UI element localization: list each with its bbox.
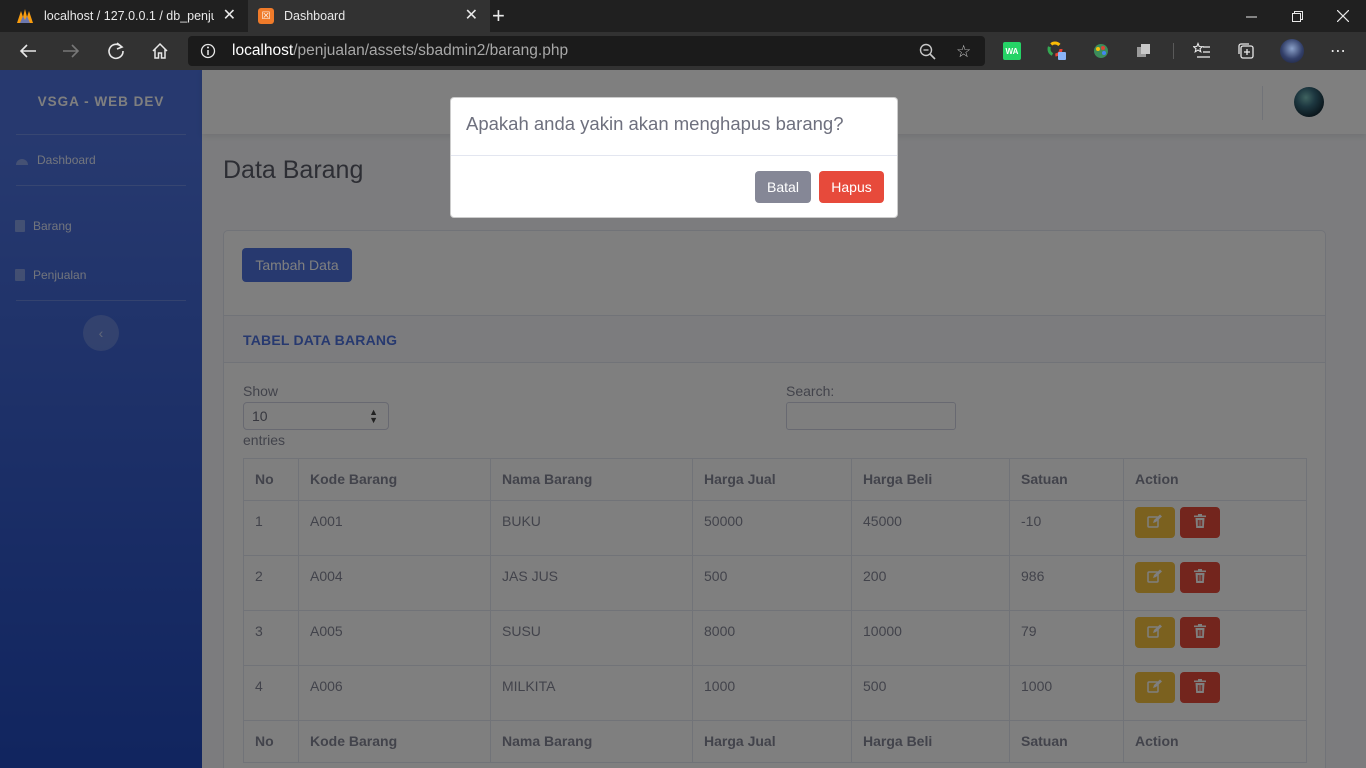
- minimize-icon[interactable]: [1228, 0, 1274, 32]
- collections-extension-icon[interactable]: [1134, 41, 1154, 61]
- back-icon[interactable]: [17, 40, 39, 62]
- address-bar[interactable]: localhost/penjualan/assets/sbadmin2/bara…: [188, 36, 985, 66]
- favorites-icon[interactable]: [1192, 41, 1212, 61]
- browser-tab-dashboard[interactable]: ☒ Dashboard ✕: [248, 0, 490, 32]
- url-text: localhost/penjualan/assets/sbadmin2/bara…: [232, 42, 569, 59]
- close-tab-icon[interactable]: ✕: [465, 8, 478, 24]
- tab-title: localhost / 127.0.0.1 / db_penjualan: [44, 9, 214, 23]
- close-window-icon[interactable]: [1320, 0, 1366, 32]
- browser-toolbar: localhost/penjualan/assets/sbadmin2/bara…: [0, 32, 1366, 70]
- new-tab-icon[interactable]: +: [492, 5, 505, 27]
- modal-divider: [451, 155, 897, 156]
- home-icon[interactable]: [149, 40, 171, 62]
- modal-title: Apakah anda yakin akan menghapus barang?: [466, 113, 844, 134]
- more-options-icon[interactable]: ⋯: [1328, 41, 1348, 61]
- delete-confirm-modal: Apakah anda yakin akan menghapus barang?…: [450, 97, 898, 218]
- browser-tab-bar: localhost / 127.0.0.1 / db_penjualan ✕ ☒…: [0, 0, 1366, 32]
- color-picker-extension-icon[interactable]: [1047, 41, 1067, 61]
- palette-extension-icon[interactable]: [1091, 41, 1111, 61]
- forward-icon[interactable]: [60, 40, 82, 62]
- close-tab-icon[interactable]: ✕: [223, 8, 236, 24]
- confirm-delete-button[interactable]: Hapus: [819, 171, 884, 203]
- favorite-star-icon[interactable]: ☆: [956, 42, 971, 62]
- xampp-icon: ☒: [258, 8, 274, 24]
- tab-title: Dashboard: [284, 9, 346, 23]
- site-info-icon[interactable]: [200, 43, 216, 64]
- restore-icon[interactable]: [1274, 0, 1320, 32]
- browser-tab-phpmyadmin[interactable]: localhost / 127.0.0.1 / db_penjualan ✕: [0, 0, 248, 32]
- zoom-icon[interactable]: [919, 43, 936, 65]
- whatsapp-extension-icon[interactable]: WA: [1003, 42, 1021, 60]
- collections-icon[interactable]: [1236, 41, 1256, 61]
- phpmyadmin-icon: [16, 7, 34, 25]
- profile-avatar[interactable]: [1280, 39, 1304, 63]
- cancel-button[interactable]: Batal: [755, 171, 811, 203]
- refresh-icon[interactable]: [105, 40, 127, 62]
- toolbar-separator: [1173, 43, 1174, 59]
